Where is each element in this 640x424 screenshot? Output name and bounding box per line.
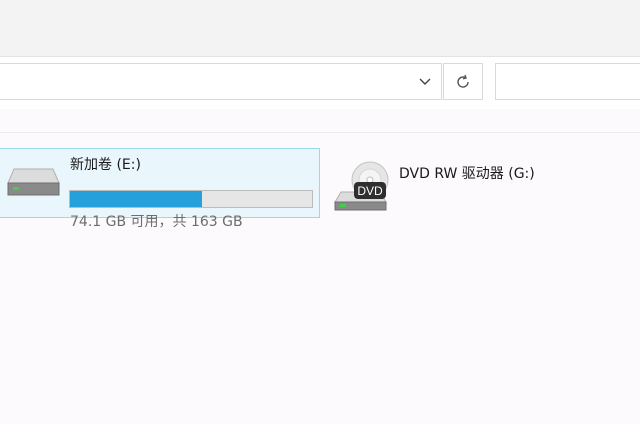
drive-tile-e[interactable]: 新加卷 (E:) 74.1 GB 可用，共 163 GB xyxy=(0,148,320,230)
dvd-drive-icon: DVD xyxy=(334,161,389,211)
ribbon-area xyxy=(0,0,640,57)
drive-label: 新加卷 (E:) xyxy=(70,157,141,173)
dvd-badge-label: DVD xyxy=(357,184,383,198)
address-bar[interactable] xyxy=(0,63,442,100)
drives-view: 新加卷 (E:) 74.1 GB 可用，共 163 GB DVD DVD RW … xyxy=(0,133,640,424)
usage-bar-fill xyxy=(70,191,203,207)
drive-label: DVD RW 驱动器 (G:) xyxy=(399,166,535,182)
chevron-down-icon xyxy=(419,78,431,85)
address-row xyxy=(0,57,640,109)
refresh-icon xyxy=(457,74,469,88)
refresh-button[interactable] xyxy=(443,63,483,100)
hard-drive-icon xyxy=(7,168,60,196)
drive-free-space: 74.1 GB 可用，共 163 GB xyxy=(70,214,243,230)
address-history-button[interactable] xyxy=(408,64,442,99)
usage-bar xyxy=(69,190,313,208)
search-input[interactable] xyxy=(495,63,640,100)
drive-tile-g[interactable]: DVD DVD RW 驱动器 (G:) xyxy=(330,148,630,218)
